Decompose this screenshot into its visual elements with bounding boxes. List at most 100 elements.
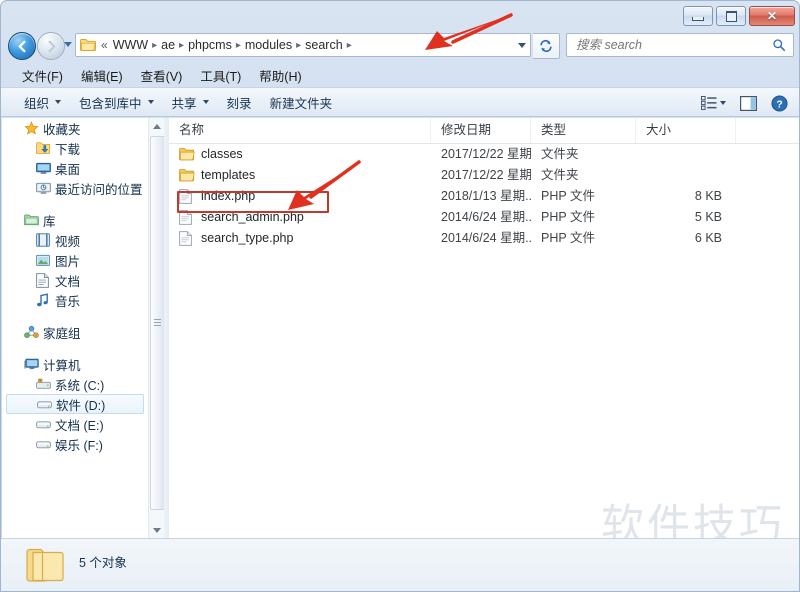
nav-drive-d[interactable]: 软件 (D:) (6, 394, 144, 414)
nav-documents[interactable]: 文档 (2, 270, 148, 290)
nav-favorites-label: 收藏夹 (43, 122, 81, 137)
column-spacer[interactable] (736, 118, 799, 143)
address-bar[interactable]: « WWW ▸ ae ▸ phpcms ▸ modules ▸ search ▸ (75, 33, 531, 57)
nav-drive-c-label: 系统 (C:) (55, 378, 105, 393)
pictures-icon (36, 254, 53, 267)
folder-icon (25, 547, 67, 590)
menu-help[interactable]: 帮助(H) (250, 63, 310, 88)
refresh-button[interactable] (533, 33, 560, 59)
table-row[interactable]: search_type.php 2014/6/24 星期... PHP 文件 6… (169, 228, 799, 249)
breadcrumb-phpcms[interactable]: phpcms (185, 37, 235, 53)
table-row[interactable]: templates 2017/12/22 星期... 文件夹 (169, 165, 799, 186)
nav-favorites[interactable]: 收藏夹 (2, 118, 148, 138)
menu-file[interactable]: 文件(F) (13, 63, 72, 88)
back-button[interactable] (8, 32, 36, 60)
refresh-icon (540, 39, 552, 53)
nav-drive-e[interactable]: 文档 (E:) (2, 414, 148, 434)
breadcrumb-www[interactable]: WWW (110, 37, 151, 53)
nav-drive-f[interactable]: 娱乐 (F:) (2, 434, 148, 454)
breadcrumb-separator[interactable]: ▸ (235, 40, 242, 51)
search-input[interactable] (574, 34, 772, 56)
organize-button[interactable]: 组织 (15, 89, 70, 116)
breadcrumb-search[interactable]: search (302, 37, 346, 53)
close-icon: ✕ (766, 9, 778, 23)
new-folder-button[interactable]: 新建文件夹 (261, 89, 342, 116)
menu-edit[interactable]: 编辑(E) (72, 63, 132, 88)
scrollbar-grip-icon (154, 319, 161, 327)
file-name-text: templates (201, 168, 256, 182)
file-list-body: classes 2017/12/22 星期... 文件夹 (169, 144, 799, 249)
scroll-up-button[interactable] (149, 118, 164, 134)
show-preview-pane-button[interactable] (735, 93, 762, 114)
breadcrumb-ae[interactable]: ae (158, 37, 178, 53)
nav-computer[interactable]: 计算机 (2, 354, 148, 374)
file-date-cell: 2014/6/24 星期... (441, 210, 531, 224)
breadcrumb-separator[interactable]: ▸ (295, 40, 302, 51)
nav-homegroup[interactable]: 家庭组 (2, 322, 148, 342)
minimize-button[interactable] (683, 6, 713, 26)
file-name-cell[interactable]: templates (169, 165, 431, 186)
nav-videos[interactable]: 视频 (2, 230, 148, 250)
breadcrumb-separator[interactable]: ▸ (178, 40, 185, 51)
share-with-label: 共享 (171, 96, 197, 111)
change-view-button[interactable] (696, 93, 731, 113)
column-date-modified[interactable]: 修改日期 (431, 118, 531, 143)
column-name[interactable]: 名称 (169, 118, 431, 143)
file-name-cell[interactable]: classes (169, 144, 431, 165)
breadcrumb-separator[interactable]: ▸ (346, 40, 353, 51)
nav-music[interactable]: 音乐 (2, 290, 148, 310)
help-button[interactable]: ? (766, 92, 793, 115)
nav-libraries[interactable]: 库 (2, 210, 148, 230)
forward-button[interactable] (37, 32, 65, 60)
nav-desktop[interactable]: 桌面 (2, 158, 148, 178)
address-dropdown-button[interactable] (514, 34, 530, 56)
file-list-pane[interactable]: 名称 修改日期 类型 大小 classes 2017/12/22 星期 文件夹 … (169, 118, 799, 538)
column-size[interactable]: 大小 (636, 118, 736, 143)
table-row[interactable]: index.php 2018/1/13 星期... PHP 文件 8 KB (169, 186, 799, 207)
explorer-main: 收藏夹 下载 桌面 最近访问的位置 库 视频 图片 文档 音乐 家庭组 计算机 … (1, 118, 799, 538)
menu-tools[interactable]: 工具(T) (191, 63, 250, 88)
status-bar: 5 个对象 (1, 538, 799, 591)
nav-recent-places[interactable]: 最近访问的位置 (2, 178, 148, 198)
menu-view[interactable]: 查看(V) (132, 63, 192, 88)
file-name-cell[interactable]: search_admin.php (169, 207, 431, 228)
explorer-window: ✕ « WWW ▸ ae ▸ phpcms ▸ modules ▸ search… (0, 0, 800, 592)
nav-drive-e-label: 文档 (E:) (55, 418, 104, 433)
include-in-library-button[interactable]: 包含到库中 (70, 89, 163, 116)
history-dropdown-icon[interactable] (64, 42, 72, 47)
drive-icon (36, 419, 53, 430)
file-name-cell[interactable]: search_type.php (169, 228, 431, 249)
maximize-button[interactable] (716, 6, 746, 26)
folder-icon (80, 38, 96, 52)
breadcrumb-overflow[interactable]: « (99, 38, 110, 52)
file-name-text: classes (201, 147, 243, 161)
nav-pictures[interactable]: 图片 (2, 250, 148, 270)
close-button[interactable]: ✕ (749, 6, 795, 26)
back-arrow-icon (18, 40, 25, 52)
breadcrumb-modules[interactable]: modules (242, 37, 295, 53)
navigation-bar: « WWW ▸ ae ▸ phpcms ▸ modules ▸ search ▸ (1, 28, 799, 63)
menu-bar: 文件(F) 编辑(E) 查看(V) 工具(T) 帮助(H) (1, 63, 799, 88)
file-type-cell: 文件夹 (541, 168, 579, 182)
star-icon (24, 120, 41, 136)
burn-button[interactable]: 刻录 (218, 89, 261, 116)
view-list-icon (701, 96, 717, 110)
scrollbar-thumb[interactable] (150, 136, 165, 510)
svg-text:?: ? (776, 99, 782, 110)
column-type[interactable]: 类型 (531, 118, 636, 143)
breadcrumb-separator[interactable]: ▸ (151, 40, 158, 51)
nav-downloads[interactable]: 下载 (2, 138, 148, 158)
share-with-button[interactable]: 共享 (163, 89, 218, 116)
file-name-cell[interactable]: index.php (169, 186, 431, 207)
navigation-pane-scrollbar[interactable] (148, 118, 165, 538)
scroll-down-button[interactable] (149, 522, 164, 538)
nav-drive-c[interactable]: 系统 (C:) (2, 374, 148, 394)
search-box[interactable] (566, 33, 794, 57)
php-file-icon (179, 188, 195, 205)
file-list-header: 名称 修改日期 类型 大小 (169, 118, 799, 144)
search-icon[interactable] (772, 38, 786, 52)
table-row[interactable]: search_admin.php 2014/6/24 星期... PHP 文件 … (169, 207, 799, 228)
table-row[interactable]: classes 2017/12/22 星期... 文件夹 (169, 144, 799, 165)
navigation-pane[interactable]: 收藏夹 下载 桌面 最近访问的位置 库 视频 图片 文档 音乐 家庭组 计算机 … (2, 118, 148, 538)
